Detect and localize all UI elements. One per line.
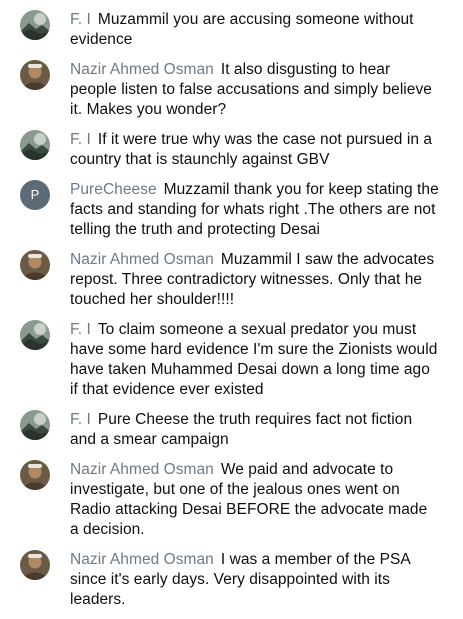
comment-text: Pure Cheese the truth requires fact not … [70,411,413,448]
comment-author[interactable]: Nazir Ahmed Osman [70,251,214,268]
landscape-avatar-icon[interactable] [20,10,50,40]
comment-author[interactable]: Nazir Ahmed Osman [70,551,214,568]
comment-author[interactable]: F. I [70,131,91,148]
comment-body: Nazir Ahmed Osman We paid and advocate to… [70,460,440,540]
comment-body: PureCheese Muzzamil thank you for keep st… [70,180,440,240]
comment-body: Nazir Ahmed Osman I was a member of the P… [70,550,440,610]
photo-avatar-icon[interactable] [20,550,50,580]
landscape-avatar-icon[interactable] [20,410,50,440]
comment-author[interactable]: PureCheese [70,181,157,198]
comment-author[interactable]: F. I [70,411,91,428]
comment-body: F. I Muzammil you are accusing someone wi… [70,10,440,50]
comment-body: F. I If it were true why was the case not… [70,130,440,170]
letter-avatar[interactable]: P [20,180,50,210]
comment-author[interactable]: Nazir Ahmed Osman [70,61,214,78]
comment-author[interactable]: Nazir Ahmed Osman [70,461,214,478]
comment-body: F. I To claim someone a sexual predator y… [70,320,440,400]
comment-text: If it were true why was the case not pur… [70,131,433,168]
photo-avatar-icon[interactable] [20,60,50,90]
comment-body: Nazir Ahmed Osman It also disgusting to h… [70,60,440,120]
comment-author[interactable]: F. I [70,321,91,338]
comment-text: Muzammil you are accusing someone withou… [70,11,414,48]
comment-author[interactable]: F. I [70,11,91,28]
comment-body: Nazir Ahmed Osman Muzammil I saw the advo… [70,250,440,310]
comment-thread: F. I Muzammil you are accusing someone wi… [0,0,463,619]
comment-text: To claim someone a sexual predator you m… [70,321,438,398]
photo-avatar-icon[interactable] [20,460,50,490]
photo-avatar-icon[interactable] [20,250,50,280]
comment-body: F. I Pure Cheese the truth requires fact … [70,410,440,450]
landscape-avatar-icon[interactable] [20,130,50,160]
landscape-avatar-icon[interactable] [20,320,50,350]
